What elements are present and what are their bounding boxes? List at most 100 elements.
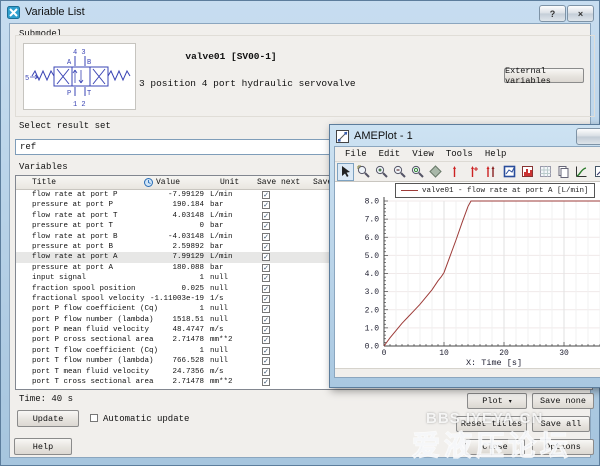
plot-legend[interactable]: valve01 - flow rate at port A [L/min] [395, 183, 595, 198]
histogram-icon[interactable] [519, 163, 536, 181]
ameplot-titlebar[interactable]: AMEPlot - 1 [331, 126, 600, 146]
minimize-button[interactable] [576, 128, 600, 145]
servovalve-schematic: 4 3 A B 5 P T 1 2 [23, 43, 136, 110]
help-button[interactable]: Help [14, 438, 72, 455]
automatic-update-label: Automatic update [103, 414, 189, 424]
zoom-fit-icon[interactable] [409, 163, 426, 181]
row-value: 0.025 [96, 285, 204, 293]
external-variables-button[interactable]: External variables [504, 68, 584, 83]
save-next-checkbox[interactable]: ✓ [262, 305, 270, 313]
save-next-checkbox[interactable]: ✓ [262, 274, 270, 282]
save-next-checkbox[interactable]: ✓ [262, 285, 270, 293]
save-next-checkbox[interactable]: ✓ [262, 222, 270, 230]
result-set-value: ref [20, 142, 36, 152]
marker-add-icon[interactable] [464, 163, 481, 181]
copy-page-icon[interactable] [555, 163, 572, 181]
save-next-checkbox[interactable]: ✓ [262, 253, 270, 261]
save-none-button[interactable]: Save none [532, 393, 594, 409]
row-unit: bar [210, 201, 224, 209]
automatic-update-checkbox[interactable] [90, 414, 98, 422]
row-unit: L/min [210, 253, 233, 261]
schematic-top-label: 4 3 [73, 49, 86, 57]
row-unit: null [210, 357, 228, 365]
row-unit: bar [210, 243, 224, 251]
submodel-name: valve01 [SV00-1] [141, 51, 321, 62]
save-next-checkbox[interactable]: ✓ [262, 233, 270, 241]
ameplot-statusbar [335, 368, 600, 377]
pan-icon[interactable] [427, 163, 444, 181]
row-value: 1 [96, 274, 204, 282]
chevron-down-icon: ▾ [509, 398, 512, 405]
save-next-checkbox[interactable]: ✓ [262, 316, 270, 324]
zoom-region-icon[interactable] [355, 163, 372, 181]
save-next-checkbox[interactable]: ✓ [262, 368, 270, 376]
grid-icon[interactable] [537, 163, 554, 181]
row-unit: null [210, 305, 228, 313]
row-value: -4.03148 [96, 233, 204, 241]
save-next-checkbox[interactable]: ✓ [262, 357, 270, 365]
menu-tools[interactable]: Tools [440, 148, 479, 160]
menu-file[interactable]: File [339, 148, 373, 160]
row-value: 2.59892 [96, 243, 204, 251]
select-cursor-icon[interactable] [337, 163, 354, 181]
row-unit: L/min [210, 233, 233, 241]
zoom-out-icon[interactable] [391, 163, 408, 181]
save-all-button[interactable]: Save all [532, 416, 590, 432]
window-title: Variable List [25, 6, 85, 18]
save-next-checkbox[interactable]: ✓ [262, 326, 270, 334]
curve-manager-icon[interactable] [573, 163, 590, 181]
marker-icon[interactable] [446, 163, 463, 181]
variable-list-titlebar[interactable]: Variable List ? × [2, 2, 598, 22]
markers-pair-icon[interactable] [482, 163, 499, 181]
header-unit[interactable]: Unit [220, 178, 239, 187]
header-title[interactable]: Title [32, 178, 56, 187]
plot-button[interactable]: Plot ▾ [467, 393, 527, 409]
save-next-checkbox[interactable]: ✓ [262, 336, 270, 344]
reset-titles-button[interactable]: Reset titles [456, 416, 527, 432]
ameplot-window: AMEPlot - 1 File Edit View Tools Help 0.… [329, 124, 600, 388]
menu-help[interactable]: Help [479, 148, 513, 160]
row-unit: null [210, 347, 228, 355]
options-button[interactable]: Options [532, 439, 594, 455]
header-save-next[interactable]: Save next [257, 178, 300, 187]
row-unit: 1/s [210, 295, 224, 303]
save-next-checkbox[interactable]: ✓ [262, 295, 270, 303]
save-next-checkbox[interactable]: ✓ [262, 264, 270, 272]
row-value: 1 [96, 347, 204, 355]
zoom-in-icon[interactable] [373, 163, 390, 181]
save-next-checkbox[interactable]: ✓ [262, 378, 270, 386]
app-icon [7, 6, 20, 19]
svg-text:0: 0 [382, 349, 387, 358]
plot-canvas[interactable]: 0.01.02.03.04.05.06.07.08.00102030X: Tim… [335, 182, 600, 368]
row-value: 2.71478 [96, 378, 204, 386]
save-next-checkbox[interactable]: ✓ [262, 212, 270, 220]
row-value: 1518.51 [96, 316, 204, 324]
row-value: -1.11003e-19 [96, 295, 204, 303]
new-plot-icon[interactable] [501, 163, 518, 181]
plot-settings-icon[interactable] [592, 163, 600, 181]
save-next-checkbox[interactable]: ✓ [262, 201, 270, 209]
row-unit: L/min [210, 212, 233, 220]
row-value: 180.088 [96, 264, 204, 272]
row-value: 0 [96, 222, 204, 230]
result-set-label: Select result set [19, 121, 111, 131]
variables-label: Variables [19, 162, 68, 172]
close-icon[interactable]: × [567, 5, 594, 22]
help-titlebar-button[interactable]: ? [539, 5, 566, 22]
save-next-checkbox[interactable]: ✓ [262, 243, 270, 251]
menu-edit[interactable]: Edit [373, 148, 407, 160]
save-next-checkbox[interactable]: ✓ [262, 191, 270, 199]
row-unit: m/s [210, 368, 224, 376]
schematic-port-a: A [67, 59, 72, 67]
update-button[interactable]: Update [17, 410, 79, 427]
menu-view[interactable]: View [406, 148, 440, 160]
row-value: 2.71478 [96, 336, 204, 344]
header-value[interactable]: Value [156, 178, 180, 187]
row-unit: bar [210, 264, 224, 272]
save-next-checkbox[interactable]: ✓ [262, 347, 270, 355]
plot-button-label: Plot [482, 396, 502, 406]
row-unit: bar [210, 222, 224, 230]
ameplot-window-title: AMEPlot - 1 [354, 130, 413, 142]
close-button[interactable]: Close [465, 439, 525, 455]
row-unit: mm**2 [210, 378, 233, 386]
